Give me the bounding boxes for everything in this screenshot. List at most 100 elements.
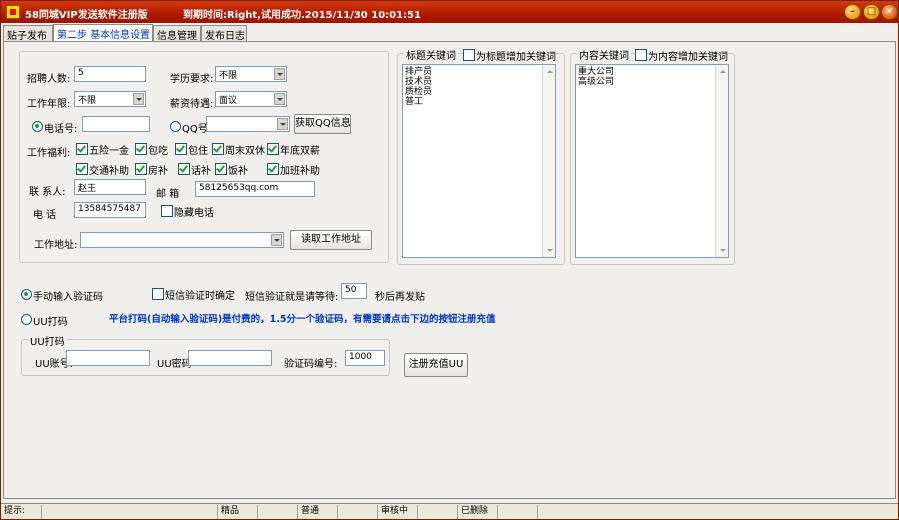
app-icon (6, 5, 20, 19)
read-work-address-button[interactable]: 读取工作地址 (290, 230, 372, 250)
uu-password-label: UU密码 (157, 359, 192, 370)
recruit-count-input[interactable]: 5 (74, 66, 146, 82)
contact-input[interactable]: 赵王 (74, 179, 146, 195)
status-reviewing-count (417, 505, 457, 519)
tab-info-management[interactable]: 信息管理 (153, 25, 201, 42)
title-keywords-legend: 标题关键词 (404, 47, 458, 62)
phone-number-input[interactable] (82, 116, 150, 132)
status-normal: 普通 (297, 505, 337, 519)
benefit-checkbox-1[interactable]: 五险一金 (76, 142, 129, 157)
chevron-down-icon[interactable] (277, 118, 288, 130)
benefit-checkbox-8[interactable]: 话补 (178, 162, 211, 177)
work-years-value: 不限 (78, 96, 97, 106)
recruit-count-label: 招聘人数: (27, 74, 71, 85)
scroll-down-icon[interactable] (717, 245, 728, 256)
education-label: 学历要求: (170, 74, 214, 85)
hide-phone-checkbox[interactable]: 隐藏电话 (161, 204, 214, 219)
benefit-checkbox-4[interactable]: 周末双休 (212, 142, 265, 157)
title-keywords-checkbox[interactable]: 为标题增加关键词 (463, 48, 556, 63)
salary-value: 面议 (219, 96, 238, 106)
sms-confirm-checkbox[interactable]: 短信验证时确定 (152, 287, 235, 302)
maximize-icon: □ (866, 6, 877, 17)
window-title: 58同城VIP发送软件注册版 (25, 10, 148, 21)
sms-wait-suffix: 秒后再发贴 (375, 292, 425, 303)
list-item[interactable]: 高级公司 (578, 77, 726, 87)
paid-captcha-notice: 平台打码(自动输入验证码)是付费的，1.5分一个验证码，有需要请点击下边的按钮注… (109, 314, 496, 325)
benefit-checkbox-10[interactable]: 加班补助 (267, 162, 320, 177)
list-item[interactable]: 技术员 (405, 77, 553, 87)
salary-label: 薪资待遇: (170, 99, 214, 110)
uu-password-input[interactable] (188, 350, 272, 366)
get-qq-info-button[interactable]: 获取QQ信息 (294, 114, 351, 134)
list-item[interactable]: 普工 (405, 97, 553, 107)
manual-captcha-radio[interactable]: 手动输入验证码 (21, 288, 103, 303)
tab-post[interactable]: 贴子发布 (3, 25, 53, 42)
qq-select[interactable] (206, 116, 290, 132)
list-item[interactable]: 重大公司 (578, 67, 726, 77)
tab-publish-log[interactable]: 发布日志 (201, 25, 247, 42)
register-recharge-button[interactable]: 注册充值UU (404, 353, 468, 377)
status-deleted: 已删除 (457, 505, 497, 519)
content-keywords-scrollbar[interactable] (715, 65, 728, 257)
title-keywords-scrollbar[interactable] (542, 65, 555, 257)
captcha-id-label: 验证码编号: (284, 359, 338, 370)
contact-label: 联 系人: (29, 187, 66, 198)
chevron-down-icon[interactable] (133, 93, 144, 105)
maximize-button[interactable]: □ (863, 4, 880, 20)
uu-captcha-radio[interactable]: UU打码 (21, 313, 68, 328)
sms-wait-input[interactable]: 50 (341, 283, 367, 299)
list-item[interactable]: 排产员 (405, 67, 553, 77)
qq-radio[interactable]: QQ号: (170, 120, 211, 135)
status-hint-text (41, 505, 217, 519)
status-filler (537, 505, 898, 519)
salary-select[interactable]: 面议 (215, 91, 287, 107)
main-window: 58同城VIP发送软件注册版 到期时间:Right,试用成功.2015/11/3… (0, 0, 899, 520)
minimize-button[interactable]: – (844, 4, 861, 20)
benefit-checkbox-5[interactable]: 年底双薪 (267, 142, 320, 157)
status-hint: 提示: (4, 506, 26, 516)
title-keywords-list[interactable]: 排产员 技术员 质检员 普工 (402, 64, 556, 258)
content-keywords-checkbox[interactable]: 为内容增加关键词 (635, 48, 728, 63)
tel-input[interactable]: 13584575487 (74, 202, 146, 218)
tel-label: 电 话 (33, 210, 57, 221)
scroll-up-icon[interactable] (717, 66, 728, 77)
uu-account-input[interactable] (66, 350, 150, 366)
phone-radio[interactable]: 电话号: (32, 120, 77, 135)
status-premium: 精品 (217, 505, 257, 519)
status-normal-count (337, 505, 377, 519)
work-years-select[interactable]: 不限 (74, 91, 146, 107)
title-bar[interactable]: 58同城VIP发送软件注册版 到期时间:Right,试用成功.2015/11/3… (1, 1, 898, 23)
content-keywords-list[interactable]: 重大公司 高级公司 (575, 64, 729, 258)
email-input[interactable]: 58125653qq.com (195, 181, 315, 197)
benefit-checkbox-2[interactable]: 包吃 (135, 142, 168, 157)
benefit-checkbox-6[interactable]: 交通补助 (76, 162, 129, 177)
chevron-down-icon[interactable] (274, 68, 285, 80)
work-years-label: 工作年限: (27, 99, 71, 110)
uu-group-legend: UU打码 (28, 333, 67, 348)
benefits-label: 工作福利: (27, 148, 71, 159)
benefit-checkbox-9[interactable]: 饭补 (215, 162, 248, 177)
scroll-up-icon[interactable] (544, 66, 555, 77)
status-bar: 提示: 精品 普通 审核中 已删除 (1, 503, 898, 519)
work-address-select[interactable] (80, 232, 284, 248)
minimize-icon: – (850, 6, 855, 17)
captcha-id-input[interactable]: 1000 (345, 350, 385, 366)
status-reviewing: 审核中 (377, 505, 417, 519)
chevron-down-icon[interactable] (274, 93, 285, 105)
education-value: 不限 (219, 71, 238, 81)
close-icon: × (885, 6, 894, 17)
tab-content: 招聘人数: 5 学历要求: 不限 工作年限: 不限 薪资待遇: 面议 电话号: … (3, 41, 896, 499)
list-item[interactable]: 质检员 (405, 87, 553, 97)
benefit-checkbox-3[interactable]: 包住 (175, 142, 208, 157)
benefit-checkbox-7[interactable]: 房补 (135, 162, 168, 177)
tab-basic-settings[interactable]: 第二步 基本信息设置 (53, 24, 153, 42)
status-deleted-count (497, 505, 537, 519)
sms-wait-label: 短信验证就是请等待: (245, 292, 339, 303)
education-select[interactable]: 不限 (215, 66, 287, 82)
scroll-down-icon[interactable] (544, 245, 555, 256)
email-label: 邮 箱 (156, 189, 180, 200)
work-address-label: 工作地址: (34, 240, 78, 251)
close-button[interactable]: × (881, 4, 898, 20)
status-premium-count (257, 505, 297, 519)
chevron-down-icon[interactable] (271, 234, 282, 246)
